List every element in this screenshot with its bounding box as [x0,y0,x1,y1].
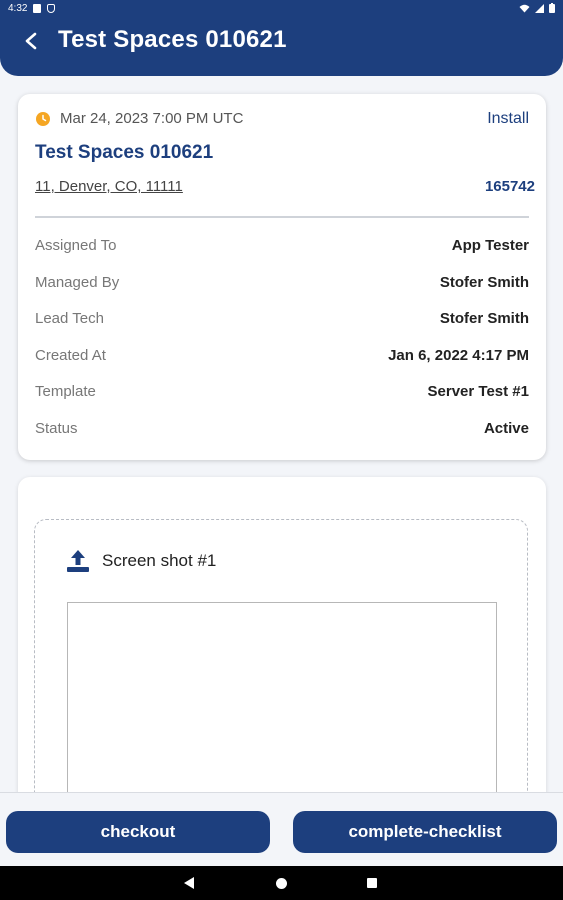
detail-row-created-at: Created At Jan 6, 2022 4:17 PM [35,347,529,384]
job-address-link[interactable]: 11, Denver, CO, 11111 [35,178,183,195]
detail-label: Template [35,383,96,401]
status-time: 4:32 [8,3,28,14]
nav-back-icon[interactable] [184,877,194,889]
chevron-left-icon [25,32,37,50]
signal-icon [535,3,544,13]
complete-checklist-button[interactable]: complete-checklist [293,811,557,853]
job-title: Test Spaces 010621 [35,142,214,163]
back-button[interactable] [18,28,46,54]
shield-icon [47,4,56,13]
detail-value: Stofer Smith [439,273,529,291]
detail-value: App Tester [451,237,529,254]
system-nav-bar [0,866,563,900]
detail-row-status: Status Active [35,420,529,457]
detail-label: Assigned To [35,237,117,254]
battery-icon [549,3,555,13]
detail-value: Stofer Smith [439,310,529,328]
detail-label: Created At [35,346,106,364]
detail-row-managed-by: Managed By Stofer Smith [35,274,529,311]
screenshot-item-label: Screen shot #1 [102,551,217,570]
detail-row-template: Template Server Test #1 [35,383,529,420]
page-title: Test Spaces 010621 [58,26,287,53]
detail-label: Status [35,419,78,437]
job-type: Install [487,110,529,127]
job-info-card: Mar 24, 2023 7:00 PM UTC Install Test Sp… [18,94,546,460]
detail-row-assigned-to: Assigned To App Tester [35,237,529,274]
job-number: 165742 [484,178,535,195]
checklist-panel: Screen shot #1 [18,477,546,842]
nav-home-icon[interactable] [276,878,287,889]
screenshot-item: Screen shot #1 [34,519,528,842]
detail-value: Jan 6, 2022 4:17 PM [388,346,529,364]
notification-icon [33,4,42,13]
job-datetime: Mar 24, 2023 7:00 PM UTC [60,110,244,127]
detail-row-lead-tech: Lead Tech Stofer Smith [35,310,529,347]
upload-icon[interactable] [65,548,91,574]
job-datetime-row: Mar 24, 2023 7:00 PM UTC [36,110,243,127]
clock-icon [36,111,50,126]
detail-label: Lead Tech [35,310,104,328]
detail-value: Active [483,419,529,437]
detail-value: Server Test #1 [427,383,529,401]
nav-recents-icon[interactable] [367,878,377,888]
checkout-button[interactable]: checkout [6,811,270,853]
status-bar: 4:32 [0,0,563,18]
detail-label: Managed By [35,273,120,291]
bottom-action-bar: checkout complete-checklist [0,792,563,867]
card-divider [35,216,529,218]
wifi-icon [519,4,530,12]
job-details-list: Assigned To App Tester Managed By Stofer… [35,237,529,457]
